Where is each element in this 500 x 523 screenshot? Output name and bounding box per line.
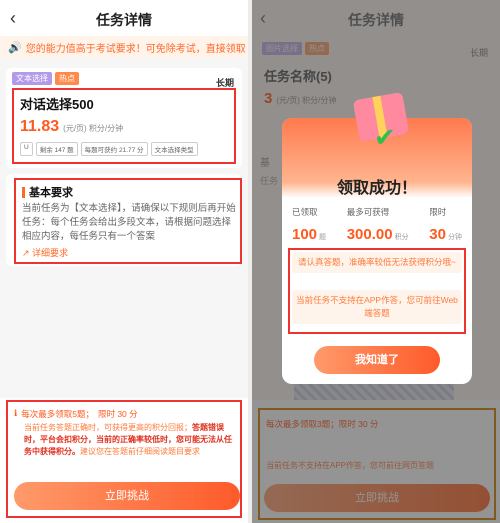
scoring-rule-1: 当前任务答题正确时，可获得更高的积分回报；	[24, 423, 192, 432]
page-title: 任务详情	[96, 12, 152, 28]
task-info-card: 文本选择 热点 长期 对话选择500 11.83 (元/页) 积分/分钟 U 剩…	[6, 68, 242, 168]
got-it-button[interactable]: 我知道了	[314, 346, 440, 374]
notice-text: 您的能力值高于考试要求！可免除考试，直接领取	[25, 43, 246, 55]
stat-unit: 积分	[394, 234, 409, 241]
detail-link-label: 详细要求	[32, 248, 69, 258]
chip: 每题可获约 21.77 分	[80, 142, 148, 156]
requirements-title: 基本要求	[22, 184, 73, 200]
start-challenge-button[interactable]: 立即挑战	[14, 482, 240, 510]
requirements-card: 基本要求 当前任务为【文本选择】，请确保以下规则后再开始任务：每个任务会给出多段…	[6, 174, 242, 266]
stat-unit: 题	[319, 234, 327, 241]
chip: U	[20, 142, 33, 156]
task-detail-screen-claimed: ‹ 任务详情 图片选择 热点 长期 任务名称(5) 3 (元/页) 积分/分钟 基…	[252, 0, 500, 523]
tag-category: 文本选择	[12, 72, 52, 85]
scoring-rules: 当前任务答题正确时，可获得更高的积分回报；答题错误时，平台会扣积分，当前的正确率…	[24, 422, 232, 458]
checkmark-icon: ✔	[374, 122, 396, 152]
detail-requirements-link[interactable]: ↗ 详细要求	[22, 246, 68, 259]
task-price: 11.83	[20, 118, 60, 135]
stat-value: 300.00 积分	[347, 226, 409, 243]
exam-notice-banner: 🔊 您的能力值高于考试要求！可免除考试，直接领取	[0, 36, 248, 58]
stat-unit: 分钟	[447, 234, 462, 241]
price-row: 11.83 (元/页) 积分/分钟	[20, 118, 123, 136]
stat-number: 300.00	[346, 226, 393, 243]
task-detail-screen: ‹ 任务详情 🔊 您的能力值高于考试要求！可免除考试，直接领取 文本选择 热点 …	[0, 0, 248, 523]
claim-limit-info: ℹ 每次最多领取5题； 限时 30 分	[14, 408, 138, 420]
task-name: 对话选择500	[20, 97, 94, 112]
claim-success-modal: 领取成功！ 已领取 100 题 最多可获得 300.00 积分 限时 30 分钟 请认…	[282, 118, 472, 384]
tag-hot: 热点	[55, 72, 79, 85]
price-unit: (元/页) 积分/分钟	[63, 124, 124, 133]
task-chips: U 剩余 147 题 每题可获约 21.77 分 文本选择类型	[20, 142, 198, 156]
stat-label: 最多可获得	[346, 207, 390, 217]
web-only-note: 当前任务不支持在APP作答，您可前往Web端答题	[292, 290, 462, 324]
stat-value: 100 题	[292, 226, 326, 243]
chip: 剩余 147 题	[35, 142, 78, 156]
claim-stats: 已领取 100 题 最多可获得 300.00 积分 限时 30 分钟	[292, 206, 462, 243]
stat-value: 30 分钟	[429, 226, 462, 243]
nav-bar: ‹ 任务详情	[0, 0, 248, 36]
requirements-title-text: 基本要求	[29, 187, 73, 199]
stat-label: 限时	[429, 207, 447, 217]
stat-time-limit: 限时 30 分钟	[429, 206, 462, 243]
stat-claimed: 已领取 100 题	[292, 206, 326, 243]
scoring-rule-2: 建议您在答题前仔细阅读题目要求	[80, 447, 200, 456]
info-icon: ℹ	[14, 408, 18, 418]
stat-max-points: 最多可获得 300.00 积分	[347, 206, 409, 243]
requirements-text: 当前任务为【文本选择】，请确保以下规则后再开始任务：每个任务会给出多段文本，请根…	[22, 203, 236, 242]
stat-number: 100	[292, 226, 318, 243]
bottom-action-area: ℹ 每次最多领取5题； 限时 30 分 当前任务答题正确时，可获得更高的积分回报…	[0, 398, 248, 523]
claim-limit: 每次最多领取5题；	[21, 409, 94, 419]
section-bar	[22, 186, 25, 198]
speaker-icon: 🔊	[8, 41, 22, 54]
time-limit: 限时 30 分	[97, 409, 138, 419]
task-tags: 文本选择 热点	[12, 72, 79, 85]
stat-label: 已领取	[292, 207, 318, 217]
accuracy-note: 请认真答题，准确率较低无法获得积分哦~	[292, 252, 462, 273]
chip: 文本选择类型	[150, 142, 198, 156]
modal-title: 领取成功！	[336, 180, 417, 197]
stat-number: 30	[429, 226, 446, 243]
